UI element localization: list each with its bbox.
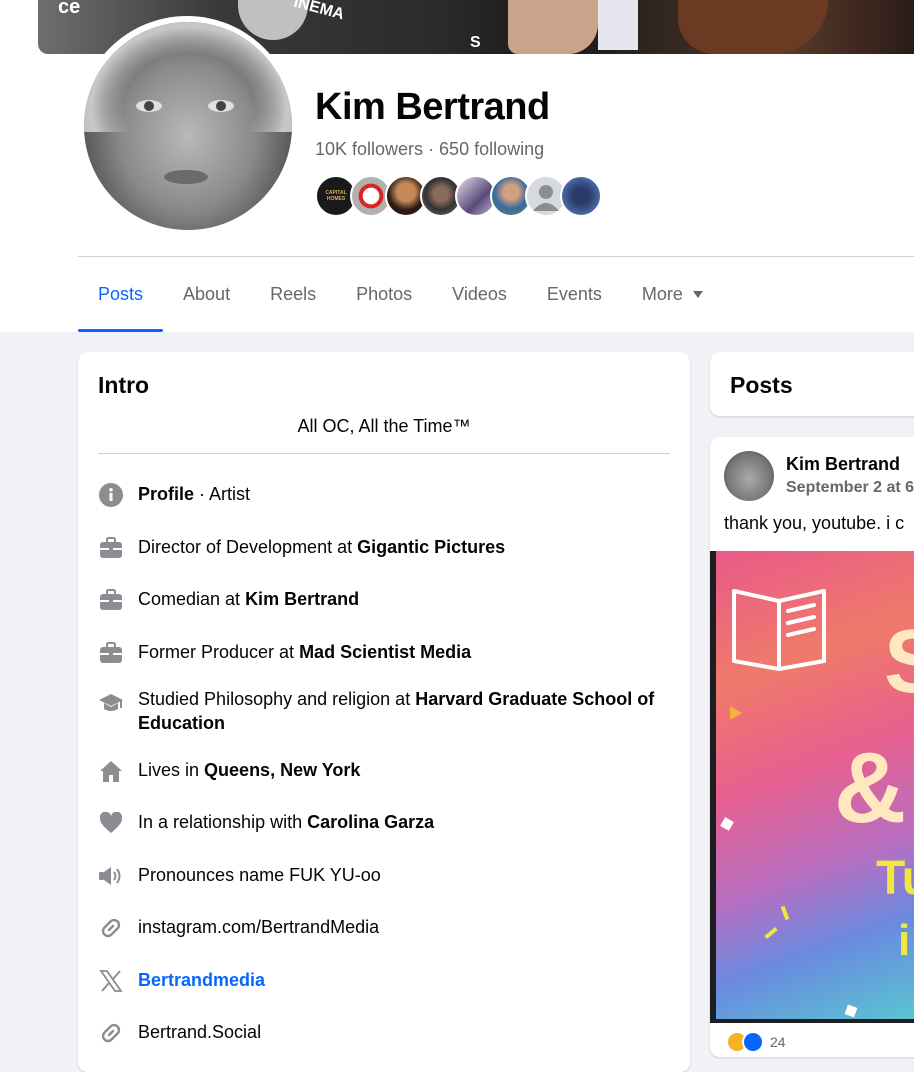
tab-label: More — [641, 284, 683, 304]
posts-header: Posts — [710, 352, 914, 416]
tab-label: Reels — [270, 284, 317, 304]
info-icon — [98, 482, 124, 508]
relationship-partner[interactable]: Carolina Garza — [307, 812, 434, 832]
tab-videos[interactable]: Videos — [432, 257, 527, 332]
work-role: Comedian at — [138, 589, 246, 609]
post-card: Kim Bertrand September 2 at 6 thank you,… — [710, 437, 914, 1057]
post-image[interactable]: S & Tu i — [710, 551, 914, 1023]
post-image-text: i — [898, 916, 911, 965]
intro-bio: All OC, All the Time™ — [297, 416, 471, 436]
link-icon — [98, 1020, 124, 1046]
graduation-cap-icon — [98, 690, 124, 716]
heart-icon — [98, 810, 124, 836]
intro-title: Intro — [98, 372, 150, 398]
location-city[interactable]: Queens, New York — [204, 760, 360, 780]
tab-events[interactable]: Events — [527, 257, 622, 332]
book-illustration-icon — [732, 589, 826, 671]
intro-item-link: Bertrand.Social — [98, 1020, 670, 1046]
posts-title: Posts — [730, 372, 793, 398]
work-company[interactable]: Gigantic Pictures — [357, 537, 505, 557]
post-timestamp[interactable]: September 2 at 6 — [786, 479, 914, 497]
reactions-summary[interactable]: 24 — [726, 1031, 786, 1053]
intro-item-work: Director of Development at Gigantic Pict… — [98, 535, 670, 561]
intro-item-education: Studied Philosophy and religion at Harva… — [98, 687, 670, 735]
intro-card: Intro All OC, All the Time™ Profile · Ar… — [78, 352, 690, 1072]
tab-reels[interactable]: Reels — [250, 257, 336, 332]
education-field: Studied Philosophy and religion at — [138, 689, 416, 709]
speaker-icon — [98, 863, 124, 889]
relationship-label: In a relationship with — [138, 812, 308, 832]
post-text: thank you, youtube. i c — [724, 513, 905, 533]
intro-item-profile: Profile · Artist — [98, 482, 670, 508]
tab-photos[interactable]: Photos — [336, 257, 432, 332]
friend-avatar[interactable] — [560, 175, 602, 217]
briefcase-icon — [98, 587, 124, 613]
tab-more[interactable]: More — [622, 257, 723, 332]
intro-item-work: Former Producer at Mad Scientist Media — [98, 640, 670, 666]
intro-item-relationship: In a relationship with Carolina Garza — [98, 810, 670, 836]
like-reaction-icon — [742, 1031, 764, 1053]
profile-category: · Artist — [194, 484, 251, 504]
tab-label: Events — [546, 284, 602, 304]
follower-count[interactable]: 10K followers · 650 following — [315, 139, 544, 160]
profile-avatar[interactable] — [84, 22, 292, 230]
work-role: Former Producer at — [138, 642, 300, 662]
intro-item-work: Comedian at Kim Bertrand — [98, 587, 670, 613]
website-link[interactable]: Bertrand.Social — [138, 1020, 261, 1044]
post-image-text: Tu — [876, 852, 914, 905]
website-link[interactable]: instagram.com/BertrandMedia — [138, 915, 379, 939]
tab-label: Videos — [452, 284, 507, 304]
link-icon — [98, 915, 124, 941]
profile-tabs: Posts About Reels Photos Videos Events M… — [78, 257, 723, 332]
pronunciation-text: Pronounces name FUK YU-oo — [138, 865, 381, 885]
briefcase-icon — [98, 535, 124, 561]
x-profile-link[interactable]: Bertrandmedia — [138, 968, 265, 992]
home-icon — [98, 758, 124, 784]
tab-about[interactable]: About — [163, 257, 250, 332]
work-role: Director of Development at — [138, 537, 358, 557]
tab-label: About — [183, 284, 231, 304]
x-logo-icon — [98, 968, 124, 994]
tab-posts[interactable]: Posts — [78, 257, 164, 332]
intro-item-location: Lives in Queens, New York — [98, 758, 670, 784]
cover-text: ce — [58, 0, 81, 18]
bio-divider — [98, 453, 670, 454]
cover-text: S — [470, 34, 481, 51]
tab-label: Photos — [356, 284, 413, 304]
profile-header: ce INEMA S Kim Bertrand 10K followers · … — [0, 0, 914, 332]
post-image-text: & — [834, 732, 907, 844]
intro-item-pronunciation: Pronounces name FUK YU-oo — [98, 863, 670, 889]
tab-label: Posts — [98, 284, 144, 304]
caret-down-icon — [692, 291, 703, 298]
reaction-count: 24 — [770, 1034, 786, 1050]
location-label: Lives in — [138, 760, 205, 780]
profile-name: Kim Bertrand — [315, 86, 550, 128]
profile-label: Profile — [138, 484, 195, 504]
intro-item-link: instagram.com/BertrandMedia — [98, 915, 670, 941]
post-author-name[interactable]: Kim Bertrand — [786, 454, 900, 475]
post-author-avatar[interactable] — [724, 451, 774, 501]
work-company[interactable]: Mad Scientist Media — [299, 642, 471, 662]
work-company[interactable]: Kim Bertrand — [245, 589, 359, 609]
briefcase-icon — [98, 640, 124, 666]
post-image-text: S — [884, 611, 914, 714]
intro-item-social: Bertrandmedia — [98, 968, 670, 994]
